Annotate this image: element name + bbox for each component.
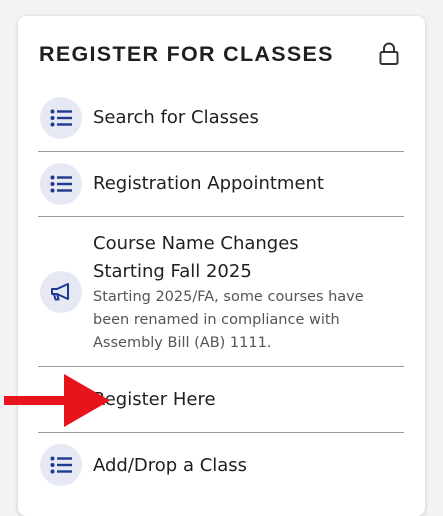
- list-icon: [40, 444, 82, 486]
- card-title: REGISTER FOR CLASSES: [39, 42, 334, 66]
- list-icon: [40, 163, 82, 205]
- lock-icon[interactable]: [378, 42, 400, 66]
- register-for-classes-card: REGISTER FOR CLASSES Search for Classes …: [18, 16, 425, 516]
- menu-item-course-name-changes[interactable]: Course Name Changes Starting Fall 2025: [93, 230, 363, 286]
- list-icon: [40, 97, 82, 139]
- menu-item-add-drop-a-class[interactable]: Add/Drop a Class: [93, 455, 247, 476]
- divider: [38, 151, 404, 152]
- megaphone-icon: [40, 271, 82, 313]
- course-name-changes-description: Starting 2025/FA, some courses have been…: [93, 289, 364, 351]
- menu-item-register-here[interactable]: Register Here: [93, 389, 216, 410]
- red-arrow-icon: [4, 374, 110, 427]
- menu-item-search-for-classes[interactable]: Search for Classes: [93, 107, 259, 128]
- menu-item-registration-appointment[interactable]: Registration Appointment: [93, 173, 324, 194]
- divider: [38, 432, 404, 433]
- divider: [38, 216, 404, 217]
- divider: [38, 366, 404, 367]
